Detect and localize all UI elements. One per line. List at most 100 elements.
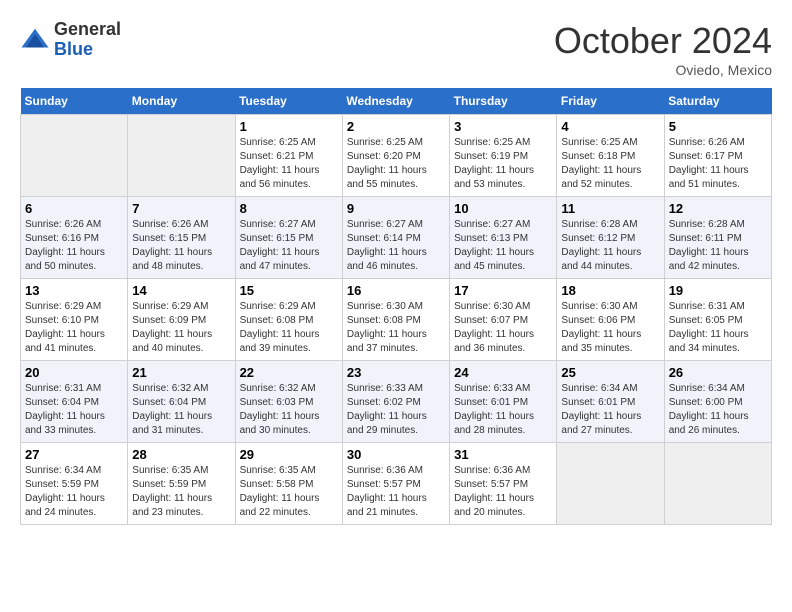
month-title: October 2024 (554, 20, 772, 62)
day-info: Sunrise: 6:34 AMSunset: 5:59 PMDaylight:… (25, 464, 123, 520)
weekday-header-thursday: Thursday (450, 88, 557, 115)
day-cell-29: 29 Sunrise: 6:35 AMSunset: 5:58 PMDayligh… (235, 443, 342, 525)
day-info: Sunrise: 6:30 AMSunset: 6:08 PMDaylight:… (347, 300, 445, 356)
day-info: Sunrise: 6:25 AMSunset: 6:20 PMDaylight:… (347, 136, 445, 192)
day-info: Sunrise: 6:35 AMSunset: 5:59 PMDaylight:… (132, 464, 230, 520)
empty-cell (128, 115, 235, 197)
day-cell-21: 21Sunrise: 6:32 AMSunset: 6:04 PMDayligh… (128, 361, 235, 443)
day-number: 10 (454, 201, 552, 216)
day-info: Sunrise: 6:27 AMSunset: 6:14 PMDaylight:… (347, 218, 445, 274)
empty-cell (21, 115, 128, 197)
day-number: 13 (25, 283, 123, 298)
day-info: Sunrise: 6:35 AMSunset: 5:58 PMDaylight:… (240, 464, 338, 520)
day-info: Sunrise: 6:31 AMSunset: 6:04 PMDaylight:… (25, 382, 123, 438)
week-row-3: 13 Sunrise: 6:29 AMSunset: 6:10 PMDayligh… (21, 279, 772, 361)
day-number: 11 (561, 201, 659, 216)
weekday-header-saturday: Saturday (664, 88, 771, 115)
weekday-header-wednesday: Wednesday (342, 88, 449, 115)
day-info: Sunrise: 6:29 AMSunset: 6:08 PMDaylight:… (240, 300, 338, 356)
day-info: Sunrise: 6:27 AMSunset: 6:15 PMDaylight:… (240, 218, 338, 274)
day-cell-16: 16 Sunrise: 6:30 AMSunset: 6:08 PMDayligh… (342, 279, 449, 361)
day-info: Sunrise: 6:25 AMSunset: 6:18 PMDaylight:… (561, 136, 659, 192)
day-info: Sunrise: 6:27 AMSunset: 6:13 PMDaylight:… (454, 218, 552, 274)
weekday-header-monday: Monday (128, 88, 235, 115)
day-cell-24: 24Sunrise: 6:33 AMSunset: 6:01 PMDayligh… (450, 361, 557, 443)
day-number: 4 (561, 119, 659, 134)
title-block: October 2024 Oviedo, Mexico (554, 20, 772, 78)
day-number: 22 (240, 365, 338, 380)
day-number: 14 (132, 283, 230, 298)
empty-cell (664, 443, 771, 525)
day-cell-18: 18Sunrise: 6:30 AMSunset: 6:06 PMDayligh… (557, 279, 664, 361)
day-number: 12 (669, 201, 767, 216)
weekday-header-row: SundayMondayTuesdayWednesdayThursdayFrid… (21, 88, 772, 115)
empty-cell (557, 443, 664, 525)
day-cell-10: 10 Sunrise: 6:27 AMSunset: 6:13 PMDayligh… (450, 197, 557, 279)
day-info: Sunrise: 6:36 AMSunset: 5:57 PMDaylight:… (347, 464, 445, 520)
day-info: Sunrise: 6:31 AMSunset: 6:05 PMDaylight:… (669, 300, 767, 356)
day-cell-12: 12 Sunrise: 6:28 AMSunset: 6:11 PMDayligh… (664, 197, 771, 279)
day-info: Sunrise: 6:34 AMSunset: 6:00 PMDaylight:… (669, 382, 767, 438)
day-number: 7 (132, 201, 230, 216)
day-number: 8 (240, 201, 338, 216)
day-info: Sunrise: 6:25 AMSunset: 6:19 PMDaylight:… (454, 136, 552, 192)
day-number: 29 (240, 447, 338, 462)
week-row-1: 1Sunrise: 6:25 AMSunset: 6:21 PMDaylight… (21, 115, 772, 197)
logo: General Blue (20, 20, 121, 60)
day-info: Sunrise: 6:33 AMSunset: 6:01 PMDaylight:… (454, 382, 552, 438)
day-info: Sunrise: 6:28 AMSunset: 6:11 PMDaylight:… (669, 218, 767, 274)
day-info: Sunrise: 6:34 AMSunset: 6:01 PMDaylight:… (561, 382, 659, 438)
day-cell-28: 28 Sunrise: 6:35 AMSunset: 5:59 PMDayligh… (128, 443, 235, 525)
day-cell-13: 13 Sunrise: 6:29 AMSunset: 6:10 PMDayligh… (21, 279, 128, 361)
day-info: Sunrise: 6:26 AMSunset: 6:17 PMDaylight:… (669, 136, 767, 192)
day-cell-30: 30Sunrise: 6:36 AMSunset: 5:57 PMDayligh… (342, 443, 449, 525)
weekday-header-sunday: Sunday (21, 88, 128, 115)
day-number: 17 (454, 283, 552, 298)
day-cell-7: 7Sunrise: 6:26 AMSunset: 6:15 PMDaylight… (128, 197, 235, 279)
weekday-header-friday: Friday (557, 88, 664, 115)
day-info: Sunrise: 6:29 AMSunset: 6:10 PMDaylight:… (25, 300, 123, 356)
day-cell-9: 9 Sunrise: 6:27 AMSunset: 6:14 PMDaylight… (342, 197, 449, 279)
day-cell-31: 31Sunrise: 6:36 AMSunset: 5:57 PMDayligh… (450, 443, 557, 525)
day-info: Sunrise: 6:28 AMSunset: 6:12 PMDaylight:… (561, 218, 659, 274)
day-cell-8: 8 Sunrise: 6:27 AMSunset: 6:15 PMDaylight… (235, 197, 342, 279)
day-number: 26 (669, 365, 767, 380)
day-cell-6: 6 Sunrise: 6:26 AMSunset: 6:16 PMDaylight… (21, 197, 128, 279)
day-info: Sunrise: 6:30 AMSunset: 6:07 PMDaylight:… (454, 300, 552, 356)
day-number: 28 (132, 447, 230, 462)
day-cell-17: 17 Sunrise: 6:30 AMSunset: 6:07 PMDayligh… (450, 279, 557, 361)
day-info: Sunrise: 6:29 AMSunset: 6:09 PMDaylight:… (132, 300, 230, 356)
calendar-table: SundayMondayTuesdayWednesdayThursdayFrid… (20, 88, 772, 525)
day-number: 2 (347, 119, 445, 134)
day-cell-3: 3 Sunrise: 6:25 AMSunset: 6:19 PMDaylight… (450, 115, 557, 197)
day-number: 1 (240, 119, 338, 134)
day-number: 16 (347, 283, 445, 298)
day-cell-19: 19Sunrise: 6:31 AMSunset: 6:05 PMDayligh… (664, 279, 771, 361)
week-row-2: 6 Sunrise: 6:26 AMSunset: 6:16 PMDaylight… (21, 197, 772, 279)
day-cell-2: 2 Sunrise: 6:25 AMSunset: 6:20 PMDaylight… (342, 115, 449, 197)
week-row-4: 20 Sunrise: 6:31 AMSunset: 6:04 PMDayligh… (21, 361, 772, 443)
day-number: 27 (25, 447, 123, 462)
weekday-header-tuesday: Tuesday (235, 88, 342, 115)
day-info: Sunrise: 6:26 AMSunset: 6:16 PMDaylight:… (25, 218, 123, 274)
day-info: Sunrise: 6:32 AMSunset: 6:03 PMDaylight:… (240, 382, 338, 438)
day-number: 18 (561, 283, 659, 298)
day-cell-4: 4 Sunrise: 6:25 AMSunset: 6:18 PMDaylight… (557, 115, 664, 197)
page-header: General Blue October 2024 Oviedo, Mexico (20, 20, 772, 78)
day-number: 23 (347, 365, 445, 380)
day-cell-20: 20 Sunrise: 6:31 AMSunset: 6:04 PMDayligh… (21, 361, 128, 443)
day-cell-15: 15Sunrise: 6:29 AMSunset: 6:08 PMDayligh… (235, 279, 342, 361)
day-number: 20 (25, 365, 123, 380)
day-number: 3 (454, 119, 552, 134)
day-cell-11: 11 Sunrise: 6:28 AMSunset: 6:12 PMDayligh… (557, 197, 664, 279)
day-number: 9 (347, 201, 445, 216)
day-number: 21 (132, 365, 230, 380)
day-number: 6 (25, 201, 123, 216)
day-number: 31 (454, 447, 552, 462)
location: Oviedo, Mexico (554, 62, 772, 78)
day-cell-25: 25Sunrise: 6:34 AMSunset: 6:01 PMDayligh… (557, 361, 664, 443)
week-row-5: 27 Sunrise: 6:34 AMSunset: 5:59 PMDayligh… (21, 443, 772, 525)
day-cell-26: 26 Sunrise: 6:34 AMSunset: 6:00 PMDayligh… (664, 361, 771, 443)
day-cell-22: 22 Sunrise: 6:32 AMSunset: 6:03 PMDayligh… (235, 361, 342, 443)
day-cell-23: 23Sunrise: 6:33 AMSunset: 6:02 PMDayligh… (342, 361, 449, 443)
